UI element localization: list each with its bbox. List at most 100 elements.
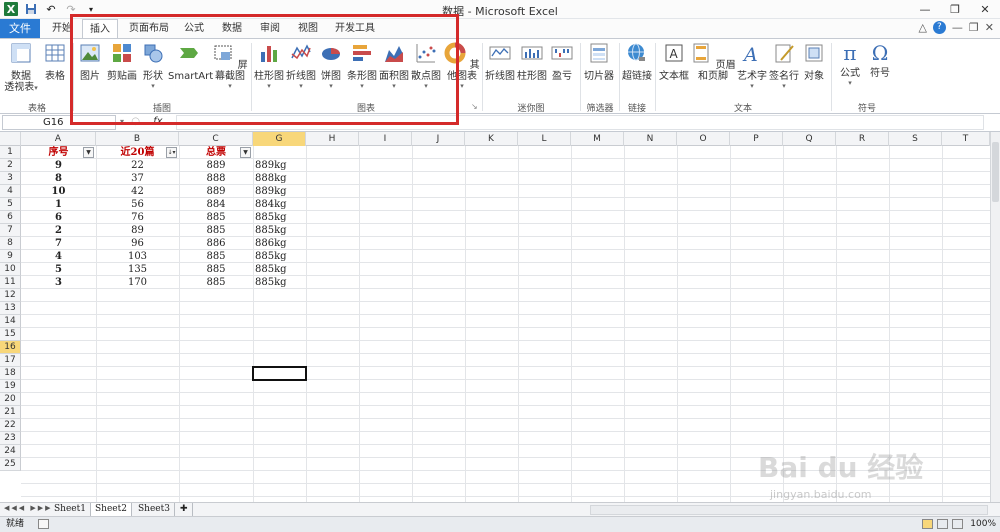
table-cell[interactable]: 889kg: [253, 159, 306, 172]
table-cell[interactable]: 3: [21, 276, 96, 289]
close-icon[interactable]: ✕: [970, 0, 1000, 19]
table-cell[interactable]: 22: [96, 159, 179, 172]
signature-line-button[interactable]: 签名行 ▾: [768, 42, 800, 91]
table-cell[interactable]: 885kg: [253, 211, 306, 224]
help-icon[interactable]: ?: [932, 21, 946, 34]
symbol-button[interactable]: Ω 符号: [866, 42, 894, 79]
table-cell[interactable]: 103: [96, 250, 179, 263]
column-header-t[interactable]: T: [942, 132, 990, 146]
table-cell[interactable]: 56: [96, 198, 179, 211]
table-cell[interactable]: 888kg: [253, 172, 306, 185]
sparkline-column-button[interactable]: 柱形图: [517, 42, 547, 82]
object-button[interactable]: 对象: [800, 42, 828, 82]
sparkline-line-button[interactable]: 折线图: [485, 42, 515, 82]
table-button[interactable]: 表格: [40, 42, 70, 82]
table-cell[interactable]: 37: [96, 172, 179, 185]
column-header-q[interactable]: Q: [783, 132, 836, 146]
row-header[interactable]: 24: [0, 445, 21, 458]
column-header-j[interactable]: J: [412, 132, 465, 146]
zoom-level[interactable]: 100%: [970, 517, 996, 532]
table-cell[interactable]: 884kg: [253, 198, 306, 211]
table-cell[interactable]: 7: [21, 237, 96, 250]
chart-dialog-launcher-icon[interactable]: ↘: [471, 102, 478, 111]
table-cell[interactable]: 2: [21, 224, 96, 237]
sparkline-winloss-button[interactable]: 盈亏: [549, 42, 575, 82]
row-header[interactable]: 20: [0, 393, 21, 406]
vertical-scrollbar[interactable]: [990, 132, 1000, 502]
equation-button[interactable]: π 公式 ▾: [836, 42, 864, 88]
table-cell[interactable]: 885kg: [253, 276, 306, 289]
table-cell[interactable]: 135: [96, 263, 179, 276]
doc-close-icon[interactable]: ✕: [985, 21, 994, 34]
sheet-tab-2[interactable]: Sheet2: [91, 503, 132, 516]
table-cell[interactable]: 885kg: [253, 224, 306, 237]
row-header[interactable]: 3: [0, 172, 21, 185]
tab-file[interactable]: 文件: [0, 19, 40, 38]
table-cell[interactable]: 89: [96, 224, 179, 237]
column-header-p[interactable]: P: [730, 132, 783, 146]
table-cell[interactable]: 8: [21, 172, 96, 185]
sort-filter-icon[interactable]: ↓▾: [166, 147, 177, 158]
sheet-nav-arrows-icon[interactable]: ◀◀◀ ▶▶▶: [4, 504, 53, 512]
collapse-ribbon-icon[interactable]: △: [918, 21, 926, 34]
row-header[interactable]: 4: [0, 185, 21, 198]
table-cell[interactable]: 5: [21, 263, 96, 276]
column-header-c[interactable]: C: [179, 132, 253, 146]
table-cell[interactable]: 1: [21, 198, 96, 211]
row-header[interactable]: 21: [0, 406, 21, 419]
doc-minimize-icon[interactable]: —: [952, 21, 963, 34]
row-header[interactable]: 6: [0, 211, 21, 224]
table-cell[interactable]: 4: [21, 250, 96, 263]
column-header-r[interactable]: R: [836, 132, 889, 146]
row-header[interactable]: 11: [0, 276, 21, 289]
table-cell[interactable]: 888: [179, 172, 253, 185]
table-cell[interactable]: 10: [21, 185, 96, 198]
sheet-tab-3[interactable]: Sheet3: [134, 503, 175, 516]
row-header[interactable]: 23: [0, 432, 21, 445]
insert-sheet-icon[interactable]: ✚: [176, 503, 193, 516]
table-cell[interactable]: 886kg: [253, 237, 306, 250]
row-header[interactable]: 22: [0, 419, 21, 432]
minimize-icon[interactable]: —: [910, 0, 940, 19]
column-header-n[interactable]: N: [624, 132, 677, 146]
header-footer-button[interactable]: 页眉和页脚: [690, 42, 736, 82]
textbox-button[interactable]: A 文本框: [658, 42, 690, 82]
row-header[interactable]: 17: [0, 354, 21, 367]
table-cell[interactable]: 96: [96, 237, 179, 250]
row-header[interactable]: 10: [0, 263, 21, 276]
row-header[interactable]: 18: [0, 367, 21, 380]
row-header[interactable]: 9: [0, 250, 21, 263]
column-header-o[interactable]: O: [677, 132, 730, 146]
table-cell[interactable]: 885: [179, 250, 253, 263]
column-header-s[interactable]: S: [889, 132, 942, 146]
column-header-k[interactable]: K: [465, 132, 518, 146]
table-cell[interactable]: 885kg: [253, 250, 306, 263]
column-header-g[interactable]: G: [253, 132, 306, 146]
row-header[interactable]: 7: [0, 224, 21, 237]
table-cell[interactable]: 884: [179, 198, 253, 211]
table-cell[interactable]: 885: [179, 276, 253, 289]
table-cell[interactable]: 42: [96, 185, 179, 198]
table-cell[interactable]: 170: [96, 276, 179, 289]
select-all-corner[interactable]: [0, 132, 21, 146]
row-header[interactable]: 8: [0, 237, 21, 250]
table-cell[interactable]: 885: [179, 263, 253, 276]
column-header-a[interactable]: A: [21, 132, 96, 146]
table-cell[interactable]: 889: [179, 185, 253, 198]
table-cell[interactable]: 889kg: [253, 185, 306, 198]
scrollbar-thumb[interactable]: [992, 142, 999, 202]
column-header-h[interactable]: H: [306, 132, 359, 146]
wordart-button[interactable]: A 艺术字 ▾: [737, 42, 767, 91]
row-header[interactable]: 25: [0, 458, 21, 471]
row-header[interactable]: 14: [0, 315, 21, 328]
selected-cell-g16[interactable]: [252, 366, 307, 381]
horizontal-scrollbar[interactable]: [590, 505, 988, 515]
page-layout-view-icon[interactable]: [937, 519, 948, 529]
table-cell[interactable]: 9: [21, 159, 96, 172]
row-header[interactable]: 15: [0, 328, 21, 341]
column-header-m[interactable]: M: [571, 132, 624, 146]
row-header[interactable]: 2: [0, 159, 21, 172]
doc-restore-icon[interactable]: ❐: [969, 21, 979, 34]
row-header[interactable]: 12: [0, 289, 21, 302]
table-cell[interactable]: 76: [96, 211, 179, 224]
